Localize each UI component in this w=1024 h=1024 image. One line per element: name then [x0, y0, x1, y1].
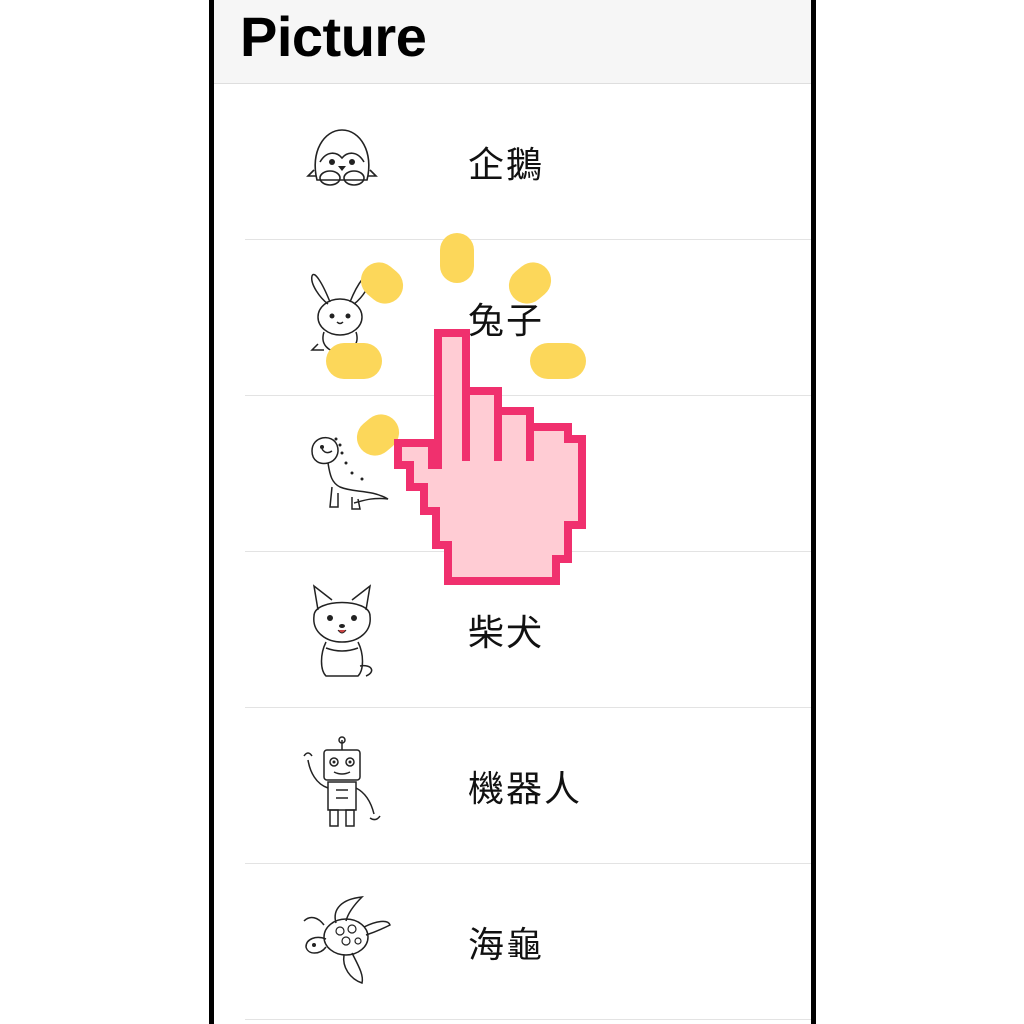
list-item-label: 海龜 [468, 925, 545, 966]
robot-icon [303, 736, 381, 827]
list-item-shiba[interactable]: 柴犬 [214, 552, 811, 708]
list-item-robot[interactable]: 機器人 [214, 708, 811, 864]
dinosaur-icon [311, 436, 389, 510]
navigation-bar: Picture [214, 0, 811, 84]
rabbit-icon [310, 273, 371, 353]
shiba-dog-icon [312, 584, 373, 677]
penguin-icon [306, 129, 378, 186]
list-item-dinosaur[interactable] [214, 396, 811, 552]
list-item-label: 企鵝 [468, 145, 545, 186]
sea-turtle-icon [303, 896, 391, 984]
list-item-penguin[interactable]: 企鵝 [214, 84, 811, 240]
list-item-label: 柴犬 [468, 613, 545, 654]
phone-screen: Picture 企鵝 兔子 柴犬 機器人 海龜 [209, 0, 816, 1024]
list-item-label: 機器人 [468, 769, 583, 810]
list-item-turtle[interactable]: 海龜 [214, 864, 811, 1020]
picture-list: 企鵝 兔子 柴犬 機器人 海龜 [214, 84, 811, 1020]
row-separator [245, 1019, 811, 1020]
page-title: Picture [240, 5, 427, 68]
list-item-rabbit[interactable]: 兔子 [214, 240, 811, 396]
list-item-label: 兔子 [468, 301, 545, 342]
